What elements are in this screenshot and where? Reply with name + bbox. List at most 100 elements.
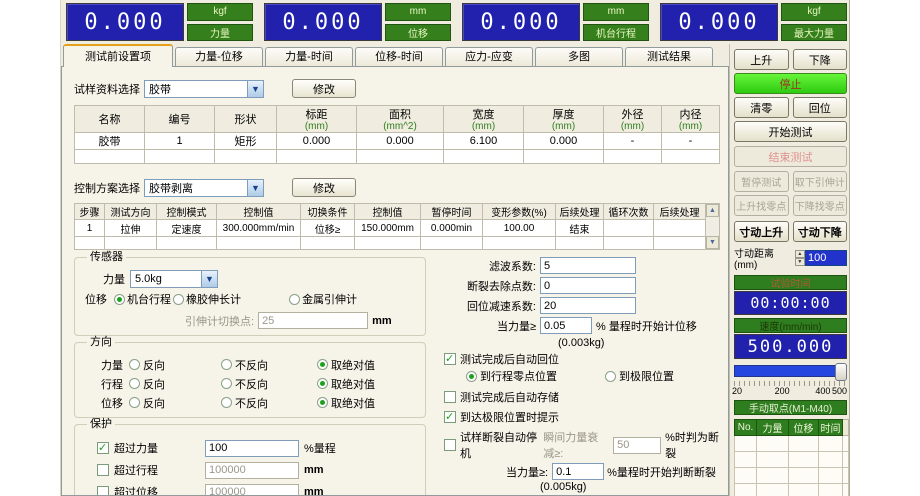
app-window: 0.000 kgf力量 0.000 mm位移 0.000 mm机台行程 0.00… (60, 0, 850, 496)
tab-bar: 测试前设置项 力量-位移 力量-时间 位移-时间 应力-应变 多图 测试结果 (61, 44, 729, 67)
break-remove-label: 断裂去除点数: (444, 278, 540, 294)
jog-up-button[interactable]: 寸动上升 (734, 221, 789, 242)
checkbox-over-force[interactable] (97, 442, 109, 454)
down-find-zero-button[interactable]: 下降找零点 (793, 195, 848, 216)
direction-groupbox: 方向 力量 反向 不反向 取绝对值 行程 反向 不反向 (74, 342, 426, 418)
end-test-button[interactable]: 结束测试 (734, 146, 847, 167)
scheme-select-label: 控制方案选择 (74, 180, 140, 196)
pause-test-button[interactable]: 暂停测试 (734, 171, 789, 192)
radio-metal-extensometer[interactable] (289, 294, 300, 305)
spin-down-icon: ▼ (795, 258, 805, 266)
over-displacement-input[interactable] (205, 484, 299, 496)
scheme-select[interactable]: 胶带剥离 ▼ (144, 179, 264, 197)
radio-return-zero[interactable] (466, 371, 477, 382)
tab-pretest-settings[interactable]: 测试前设置项 (63, 44, 173, 67)
decay-label: 瞬间力量衰减≥: (543, 429, 609, 461)
col-inner-dia: 内径(mm) (662, 106, 720, 133)
up-find-zero-button[interactable]: 上升找零点 (734, 195, 789, 216)
radio-force-no-reverse[interactable] (221, 359, 232, 370)
force-name-label: 力量 (187, 24, 253, 42)
down-button[interactable]: 下降 (793, 49, 848, 70)
stop-button[interactable]: 停止 (734, 73, 847, 94)
tab-force-time[interactable]: 力量-时间 (265, 47, 353, 67)
sample-row[interactable]: 胶带1矩形0.0000.0006.1000.000-- (75, 133, 720, 150)
screenshot-root: 0.000 kgf力量 0.000 mm位移 0.000 mm机台行程 0.00… (0, 0, 920, 496)
scheme-row[interactable]: 1拉伸定速度300.000mm/min位移≥150.000mm0.000min1… (75, 220, 706, 237)
radio-stroke-absolute[interactable] (317, 378, 328, 389)
radio-stroke-no-reverse[interactable] (221, 378, 232, 389)
break-remove-input[interactable] (540, 277, 636, 294)
return-home-button[interactable]: 回位 (793, 97, 848, 118)
tab-displacement-time[interactable]: 位移-时间 (355, 47, 443, 67)
tab-test-result[interactable]: 测试结果 (625, 47, 713, 67)
judge-suffix: %量程时开始判断断裂 (607, 464, 716, 480)
col-number: 编号 (145, 106, 215, 133)
radio-disp-no-reverse[interactable] (221, 397, 232, 408)
disp-start-input[interactable] (540, 317, 592, 334)
max-force-value-display: 0.000 (660, 3, 778, 41)
sample-select[interactable]: 胶带 ▼ (144, 80, 264, 98)
col-control-value: 控制值 (217, 204, 301, 220)
radio-force-absolute[interactable] (317, 359, 328, 370)
over-force-input[interactable] (205, 440, 299, 457)
tab-stress-strain[interactable]: 应力-应变 (445, 47, 533, 67)
radio-stroke-reverse[interactable] (129, 378, 140, 389)
extensometer-switch-input[interactable] (258, 312, 368, 329)
return-decel-input[interactable] (540, 297, 636, 314)
col-test-direction: 测试方向 (105, 204, 157, 220)
radio-rubber-extensometer[interactable] (173, 294, 184, 305)
chevron-down-icon[interactable]: ▼ (201, 271, 217, 287)
manual-points-header: 手动取点(M1-M40) (734, 400, 847, 415)
scroll-down-icon[interactable]: ▼ (706, 236, 719, 249)
filter-coef-label: 滤波系数: (444, 258, 540, 274)
judge-input[interactable] (552, 463, 604, 480)
col-cycle-count: 循环次数 (604, 204, 654, 220)
sample-modify-button[interactable]: 修改 (292, 79, 356, 98)
col-thickness: 厚度(mm) (524, 106, 604, 133)
checkbox-over-displacement[interactable] (97, 486, 109, 496)
jog-distance-input[interactable] (805, 250, 847, 266)
decay-input[interactable] (613, 437, 661, 454)
radio-machine-stroke[interactable] (114, 294, 125, 305)
checkbox-over-stroke[interactable] (97, 464, 109, 476)
scheme-modify-button[interactable]: 修改 (292, 178, 356, 197)
jog-distance-spinner[interactable]: ▲▼ (795, 250, 805, 266)
clear-zero-button[interactable]: 清零 (734, 97, 789, 118)
chevron-down-icon[interactable]: ▼ (247, 180, 263, 196)
displacement-value-display: 0.000 (264, 3, 382, 41)
start-test-button[interactable]: 开始测试 (734, 121, 847, 142)
checkbox-limit-prompt[interactable] (444, 411, 456, 423)
extensometer-switch-label: 引伸计切换点: (185, 313, 254, 329)
radio-force-reverse[interactable] (129, 359, 140, 370)
col-outer-dia: 外径(mm) (604, 106, 662, 133)
scheme-table-scrollbar[interactable]: ▲ ▼ (706, 203, 720, 250)
tab-force-displacement[interactable]: 力量-位移 (175, 47, 263, 67)
jog-down-button[interactable]: 寸动下降 (793, 221, 848, 242)
settings-column: 滤波系数: 断裂去除点数: 回位减速系数: 当力量≥ (444, 257, 722, 496)
col-shape: 形状 (215, 106, 277, 133)
decay-suffix: %时判为断裂 (665, 429, 722, 461)
over-stroke-input[interactable] (205, 462, 299, 479)
checkbox-auto-save[interactable] (444, 391, 456, 403)
radio-return-limit[interactable] (605, 371, 616, 382)
display-row: 0.000 kgf力量 0.000 mm位移 0.000 mm机台行程 0.00… (61, 0, 849, 44)
checkbox-break-autostop[interactable] (444, 439, 456, 451)
remove-extensometer-button[interactable]: 取下引伸计 (793, 171, 848, 192)
checkbox-auto-return[interactable] (444, 353, 456, 365)
points-empty-row (735, 452, 849, 468)
col-width: 宽度(mm) (444, 106, 524, 133)
tab-multi-chart[interactable]: 多图 (535, 47, 623, 67)
radio-disp-reverse[interactable] (129, 397, 140, 408)
force-sensor-select[interactable]: 5.0kg ▼ (130, 270, 218, 288)
return-decel-label: 回位减速系数: (444, 298, 540, 314)
slider-thumb[interactable] (835, 363, 847, 381)
speed-slider[interactable] (734, 365, 847, 377)
chevron-down-icon[interactable]: ▼ (247, 81, 263, 97)
scroll-up-icon[interactable]: ▲ (706, 204, 719, 217)
test-time-display: 00:00:00 (734, 291, 847, 315)
force-sensor-label: 力量 (103, 271, 125, 287)
spin-up-icon: ▲ (795, 250, 805, 258)
up-button[interactable]: 上升 (734, 49, 789, 70)
radio-disp-absolute[interactable] (317, 397, 328, 408)
filter-coef-input[interactable] (540, 257, 636, 274)
